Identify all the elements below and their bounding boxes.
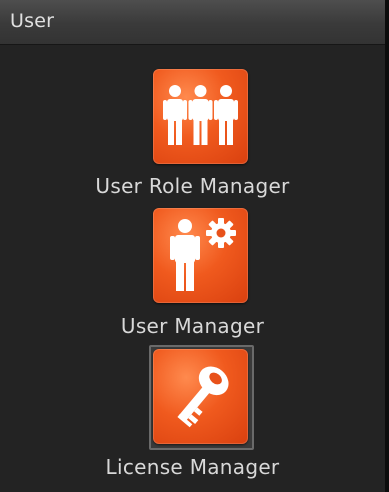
license-manager-button[interactable] [153,349,248,444]
panel-header: User [0,0,385,45]
user-gear-icon [170,218,236,291]
panel-title: User [10,10,55,32]
key-icon [177,366,229,428]
user-panel: User User Role Manager User Manager Lice… [0,0,389,492]
user-role-manager-label[interactable]: User Role Manager [0,174,385,198]
user-manager-label[interactable]: User Manager [0,314,385,338]
user-manager-button[interactable] [153,208,248,303]
user-role-group-icon [163,85,238,145]
user-role-manager-button[interactable] [153,69,248,164]
license-manager-label[interactable]: License Manager [0,455,385,479]
